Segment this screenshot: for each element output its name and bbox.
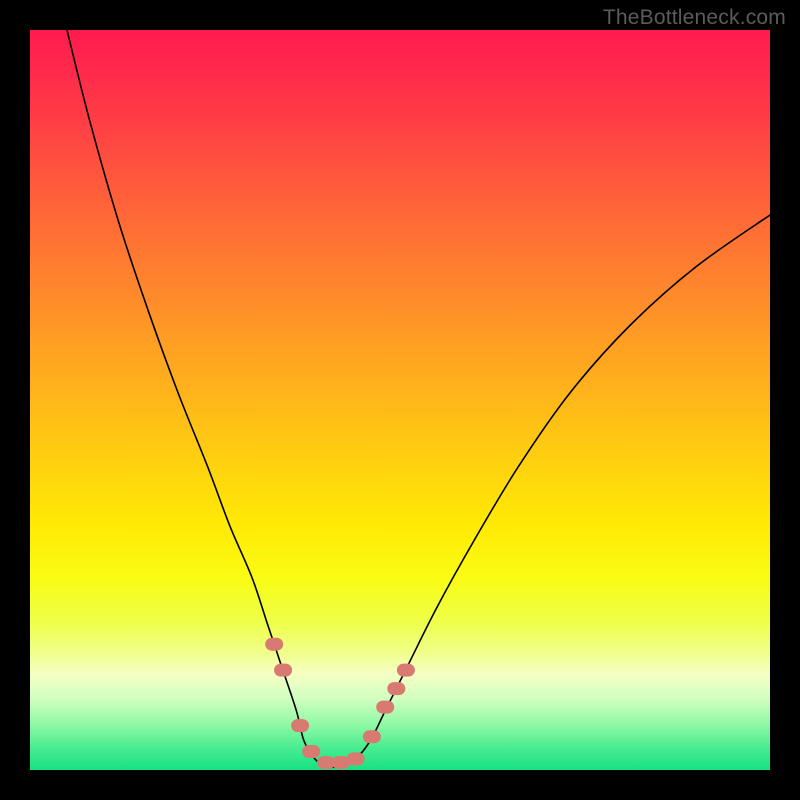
plot-area [30, 30, 770, 770]
chart-frame: TheBottleneck.com [0, 0, 800, 800]
highlight-point [387, 682, 405, 695]
bottleneck-chart [30, 30, 770, 770]
highlight-point [363, 730, 381, 743]
highlight-point [291, 719, 309, 732]
highlight-point [376, 701, 394, 714]
gradient-background [30, 30, 770, 770]
highlight-point [274, 664, 292, 677]
highlight-point [347, 752, 365, 765]
highlight-point [397, 664, 415, 677]
highlight-point [302, 745, 320, 758]
highlight-point [265, 638, 283, 651]
watermark-text: TheBottleneck.com [603, 6, 786, 30]
